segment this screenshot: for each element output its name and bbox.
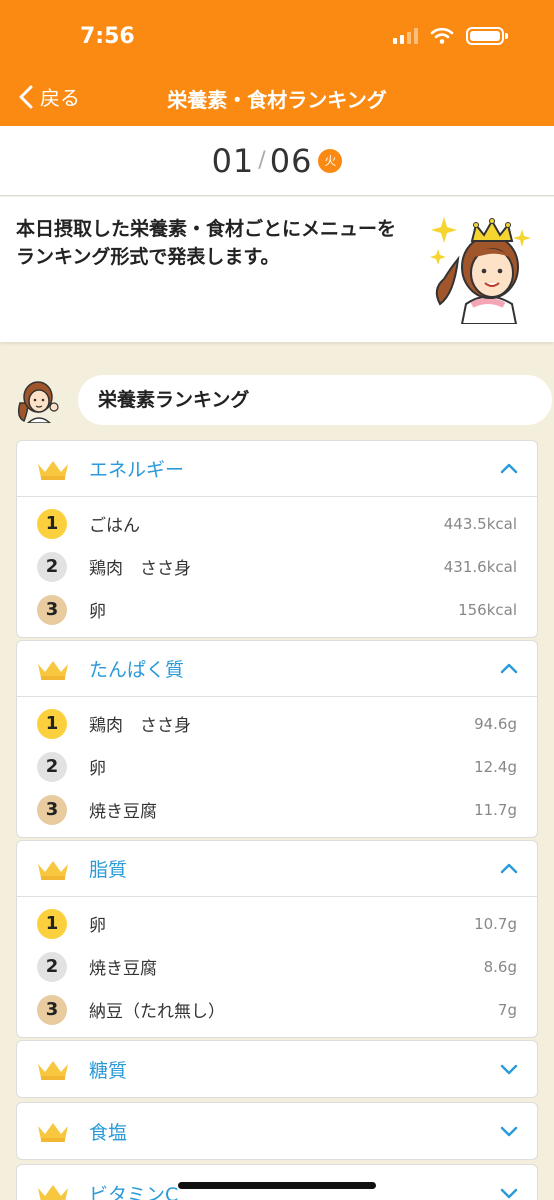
- ranking-row[interactable]: 3 卵 156kcal: [17, 588, 537, 631]
- crown-icon: [38, 1185, 68, 1200]
- crown-icon: [38, 460, 68, 480]
- ranking-card-header[interactable]: 糖質: [17, 1041, 537, 1097]
- weekday-badge: 火: [318, 148, 343, 173]
- food-name: 卵: [89, 602, 106, 622]
- nutrient-value: 431.6kcal: [443, 557, 517, 576]
- ranking-items: 1 ごはん 443.5kcal 2 鶏肉 ささ身 431.6kcal 3 卵 156kcal: [17, 502, 537, 637]
- page-title: 栄養素・食材ランキング: [167, 88, 387, 112]
- nutrient-value: 443.5kcal: [443, 514, 517, 533]
- ranking-row[interactable]: 2 焼き豆腐 8.6g: [17, 945, 537, 988]
- food-name: 納豆（たれ無し）: [89, 1002, 225, 1022]
- intro-text: 本日摂取した栄養素・食材ごとにメニューをランキング形式で発表します。: [16, 218, 397, 268]
- date-day: 06: [269, 141, 313, 180]
- status-icons: [393, 27, 508, 45]
- section-title-bubble: 栄養素ランキング: [78, 375, 552, 425]
- battery-icon: [466, 27, 508, 45]
- header-bar: 7:56 戻る 栄養素・食材ランキング: [0, 0, 554, 126]
- ranking-row[interactable]: 1 鶏肉 ささ身 94.6g: [17, 702, 537, 745]
- crown-icon: [38, 660, 68, 680]
- crown-icon: [38, 860, 68, 880]
- food-name: 焼き豆腐: [89, 959, 157, 979]
- ranking-row[interactable]: 2 卵 12.4g: [17, 745, 537, 788]
- ranking-row[interactable]: 1 ごはん 443.5kcal: [17, 502, 537, 545]
- ranking-category-title: ビタミンC: [89, 1183, 179, 1200]
- chevron-down-icon[interactable]: [499, 1183, 519, 1200]
- ranking-row[interactable]: 1 卵 10.7g: [17, 902, 537, 945]
- ranking-card-header[interactable]: 食塩: [17, 1103, 537, 1159]
- date-bar[interactable]: 01 / 06 火: [0, 126, 554, 196]
- ranking-category-title: 糖質: [89, 1059, 128, 1082]
- rank-badge: 1: [37, 508, 67, 539]
- ranking-card-header[interactable]: 脂質: [17, 841, 537, 897]
- section-heading: 栄養素ランキング: [14, 373, 552, 429]
- chevron-down-icon[interactable]: [499, 1121, 519, 1141]
- ranking-items: 1 卵 10.7g 2 焼き豆腐 8.6g 3 納豆（たれ無し） 7g: [17, 902, 537, 1037]
- dietitian-avatar-icon: [17, 381, 59, 423]
- nutrient-value: 10.7g: [474, 914, 517, 933]
- intro-panel: 本日摂取した栄養素・食材ごとにメニューをランキング形式で発表します。: [0, 197, 554, 342]
- nutrient-value: 12.4g: [474, 757, 517, 776]
- date-separator: /: [258, 148, 266, 173]
- ranking-category-title: たんぱく質: [89, 659, 185, 681]
- nutrient-value: 94.6g: [474, 714, 517, 733]
- food-name: 焼き豆腐: [89, 802, 157, 822]
- home-indicator: [178, 1182, 376, 1189]
- rank-badge: 1: [37, 908, 67, 939]
- ranking-category-title: 脂質: [89, 859, 128, 881]
- ranking-card-header[interactable]: エネルギー: [17, 441, 537, 497]
- ranking-card: 脂質 1 卵 10.7g 2 焼き豆腐 8.6g 3 納豆（たれ無し） 7g: [16, 840, 538, 1038]
- chevron-up-icon[interactable]: [499, 459, 519, 479]
- status-time: 7:56: [80, 24, 135, 49]
- ranking-category-title: 食塩: [89, 1121, 128, 1144]
- chevron-up-icon[interactable]: [499, 859, 519, 879]
- nutrient-value: 7g: [497, 1000, 517, 1019]
- rank-badge: 3: [37, 994, 67, 1025]
- food-name: 鶏肉 ささ身: [89, 716, 191, 736]
- chevron-up-icon[interactable]: [499, 659, 519, 679]
- date-month: 01: [211, 141, 255, 180]
- cellular-signal-icon: [393, 28, 418, 44]
- ranking-card: 食塩: [16, 1102, 538, 1160]
- rank-badge: 3: [37, 794, 67, 825]
- ranking-row[interactable]: 2 鶏肉 ささ身 431.6kcal: [17, 545, 537, 588]
- chevron-down-icon[interactable]: [499, 1059, 519, 1079]
- nutrient-value: 11.7g: [474, 800, 517, 819]
- ranking-card: たんぱく質 1 鶏肉 ささ身 94.6g 2 卵 12.4g 3 焼き豆腐 11.7g: [16, 640, 538, 838]
- rank-badge: 2: [37, 951, 67, 982]
- ranking-row[interactable]: 3 納豆（たれ無し） 7g: [17, 988, 537, 1031]
- ranking-row[interactable]: 3 焼き豆腐 11.7g: [17, 788, 537, 831]
- queen-character-illustration: [430, 217, 531, 324]
- ranking-card: 糖質: [16, 1040, 538, 1098]
- ranking-items: 1 鶏肉 ささ身 94.6g 2 卵 12.4g 3 焼き豆腐 11.7g: [17, 702, 537, 837]
- food-name: 鶏肉 ささ身: [89, 559, 191, 579]
- food-name: 卵: [89, 916, 106, 936]
- food-name: ごはん: [89, 516, 140, 536]
- wifi-icon: [430, 27, 454, 44]
- rank-badge: 1: [37, 708, 67, 739]
- rank-badge: 2: [37, 751, 67, 782]
- ranking-card: エネルギー 1 ごはん 443.5kcal 2 鶏肉 ささ身 431.6kcal 3 卵 156k…: [16, 440, 538, 638]
- nutrient-value: 156kcal: [458, 600, 517, 619]
- ranking-card-header[interactable]: たんぱく質: [17, 641, 537, 697]
- rank-badge: 2: [37, 551, 67, 582]
- ranking-category-title: エネルギー: [89, 459, 185, 481]
- food-name: 卵: [89, 759, 106, 779]
- rank-badge: 3: [37, 594, 67, 625]
- crown-icon: [38, 1061, 68, 1080]
- nutrient-value: 8.6g: [483, 957, 517, 976]
- crown-icon: [38, 1123, 68, 1142]
